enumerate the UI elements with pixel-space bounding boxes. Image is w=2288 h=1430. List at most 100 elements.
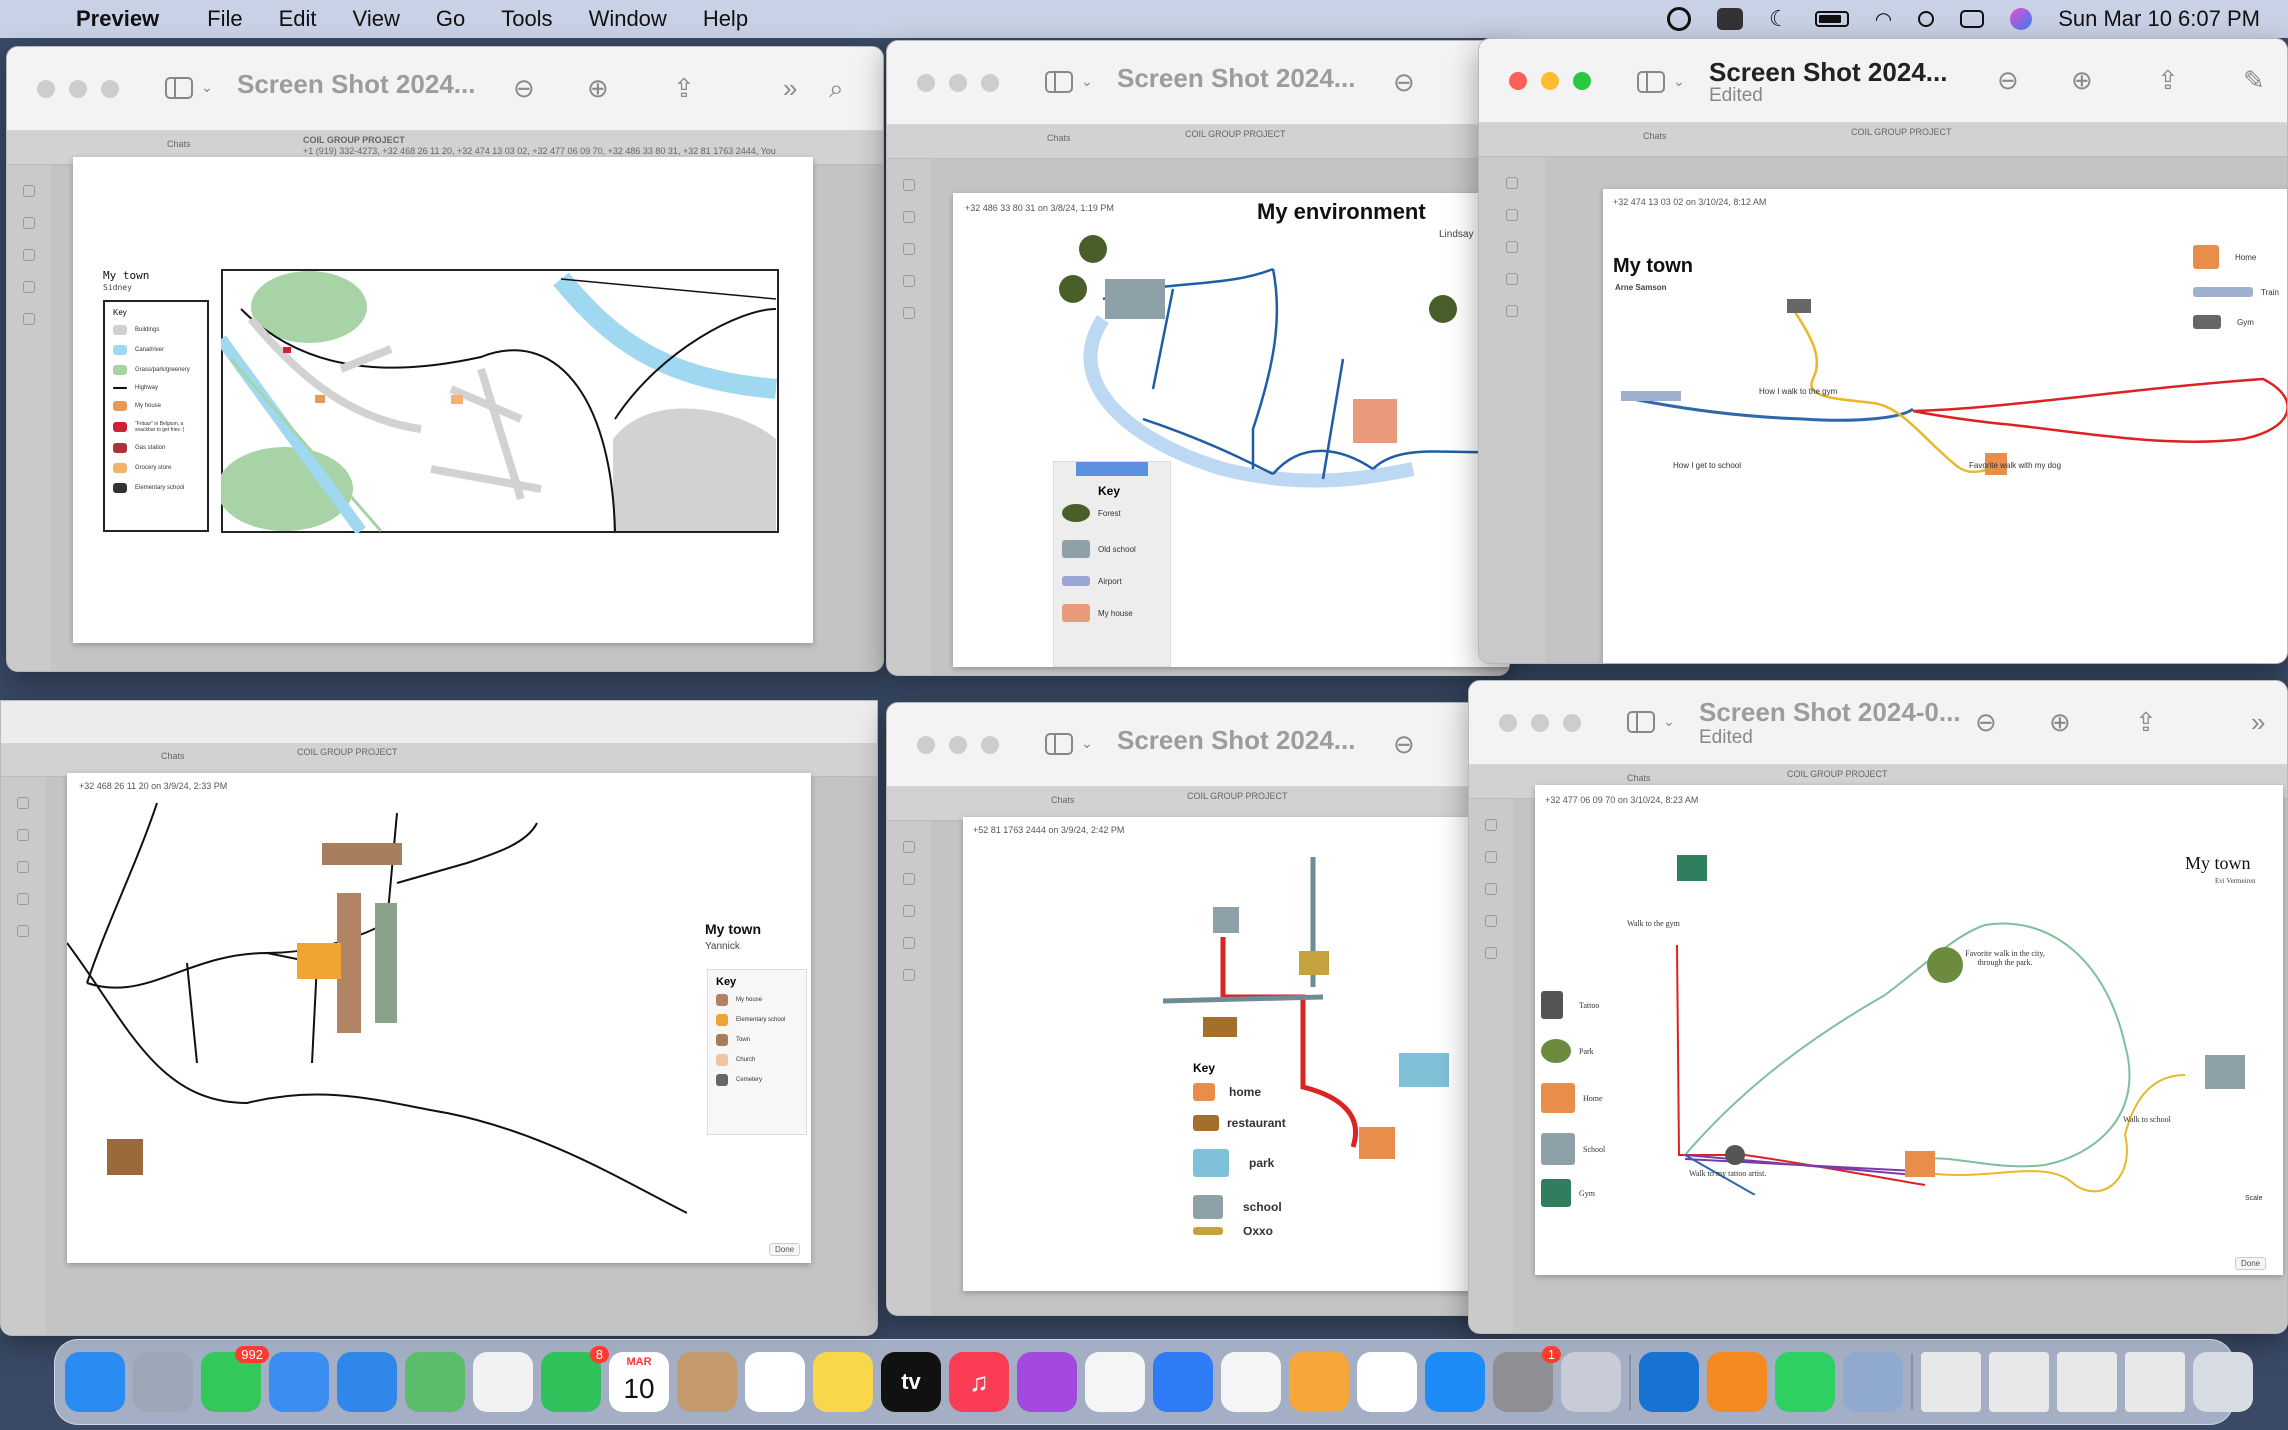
pages-icon[interactable]	[1289, 1352, 1349, 1412]
app-menu[interactable]: Preview	[76, 6, 159, 32]
done-button[interactable]: Done	[2235, 1257, 2267, 1270]
apple-tv-icon[interactable]: tv	[881, 1352, 941, 1412]
close-button[interactable]	[1499, 714, 1517, 732]
podcasts-icon[interactable]	[1017, 1352, 1077, 1412]
roblox-icon[interactable]	[1561, 1352, 1621, 1412]
menu-tools[interactable]: Tools	[501, 6, 552, 32]
system-settings-icon[interactable]: 1	[1493, 1346, 1561, 1412]
sidebar-icon[interactable]	[1627, 711, 1655, 733]
menu-go[interactable]: Go	[436, 6, 465, 32]
notes-icon[interactable]	[813, 1352, 873, 1412]
control-center-icon[interactable]	[1960, 10, 1985, 28]
share-icon[interactable]: ⇪	[2157, 65, 2179, 96]
whatsapp-icon[interactable]	[1775, 1352, 1835, 1412]
search-icon[interactable]: ⌕	[829, 73, 844, 105]
minimize-button[interactable]	[949, 736, 967, 754]
chevron-down-icon[interactable]: ⌄	[1081, 73, 1093, 90]
zoom-button[interactable]	[981, 736, 999, 754]
preview-window-yannick[interactable]: Chats COIL GROUP PROJECT +32 468 26 11 2…	[0, 700, 878, 1336]
grammarly-icon[interactable]	[1667, 7, 1692, 31]
menu-help[interactable]: Help	[703, 6, 748, 32]
minimize-button[interactable]	[1531, 714, 1549, 732]
numbers-icon[interactable]	[1221, 1352, 1281, 1412]
outlook-icon[interactable]	[1639, 1352, 1699, 1412]
sidebar-icon[interactable]	[1045, 71, 1073, 93]
zoom-out-icon[interactable]: ⊖	[1393, 67, 1415, 98]
preview-window-sidney[interactable]: ⌄ Screen Shot 2024... ⊖ ⊕ ⇪ » ⌕ Chats CO…	[6, 46, 884, 672]
minimize-button[interactable]	[1541, 72, 1559, 90]
zoom-out-icon[interactable]: ⊖	[513, 73, 535, 104]
office-icon[interactable]	[1717, 8, 1744, 30]
sidebar-icon[interactable]	[1045, 733, 1073, 755]
keynote-icon[interactable]	[1153, 1352, 1213, 1412]
maps-icon[interactable]	[405, 1352, 465, 1412]
preview-window-mexico[interactable]: ⌄ Screen Shot 2024... ⊖ Chats COIL GROUP…	[886, 702, 1500, 1316]
launchpad-icon[interactable]	[133, 1352, 193, 1412]
zoom-out-icon[interactable]: ⊖	[1975, 707, 1997, 738]
title-bar[interactable]: ⌄ Screen Shot 2024... ⊖	[887, 41, 1509, 125]
preview-window-lindsay[interactable]: ⌄ Screen Shot 2024... ⊖ Chats COIL GROUP…	[886, 40, 1510, 676]
wifi-icon[interactable]: ◠	[1875, 7, 1892, 32]
minimize-button[interactable]	[69, 80, 87, 98]
title-bar[interactable]: ⌄ Screen Shot 2024... ⊖ ⊕ ⇪ » ⌕	[7, 47, 883, 131]
close-button[interactable]	[37, 80, 55, 98]
battery-icon[interactable]	[1814, 11, 1849, 27]
photos-icon[interactable]	[473, 1352, 533, 1412]
close-button[interactable]	[1509, 72, 1527, 90]
menu-view[interactable]: View	[353, 6, 400, 32]
share-icon[interactable]: ⇪	[2135, 707, 2157, 738]
zoom-button[interactable]	[101, 80, 119, 98]
calendar-icon[interactable]: 10 MAR	[609, 1352, 669, 1412]
zoom-button[interactable]	[981, 74, 999, 92]
more-icon[interactable]: »	[783, 73, 797, 104]
preview-icon[interactable]	[1843, 1352, 1903, 1412]
done-button[interactable]: Done	[769, 1243, 801, 1256]
title-bar[interactable]: ⌄ Screen Shot 2024... ⊖	[887, 703, 1499, 787]
trash-icon[interactable]	[2193, 1352, 2253, 1412]
news-icon[interactable]	[1085, 1352, 1145, 1412]
title-bar[interactable]: ⌄ Screen Shot 2024... Edited ⊖ ⊕ ⇪ ✎	[1479, 39, 2287, 123]
chevron-down-icon[interactable]: ⌄	[201, 79, 213, 96]
sidebar-icon[interactable]	[1637, 71, 1665, 93]
preview-window-arne[interactable]: ⌄ Screen Shot 2024... Edited ⊖ ⊕ ⇪ ✎ Cha…	[1478, 38, 2288, 664]
chevron-down-icon[interactable]: ⌄	[1081, 735, 1093, 752]
more-icon[interactable]: »	[2251, 707, 2265, 738]
recent-doc-1-icon[interactable]	[1921, 1352, 1981, 1412]
zoom-in-icon[interactable]: ⊕	[587, 73, 609, 104]
vlc-icon[interactable]	[1707, 1352, 1767, 1412]
chevron-down-icon[interactable]: ⌄	[1673, 73, 1685, 90]
zoom-button[interactable]	[1573, 72, 1591, 90]
recent-doc-3-icon[interactable]	[2057, 1352, 2117, 1412]
chevron-down-icon[interactable]: ⌄	[1663, 713, 1675, 730]
music-icon[interactable]: ♫	[949, 1352, 1009, 1412]
recent-doc-4-icon[interactable]	[2125, 1352, 2185, 1412]
spotlight-icon[interactable]	[1918, 11, 1935, 27]
facetime-icon[interactable]: 8	[541, 1346, 609, 1412]
chrome-icon[interactable]	[1357, 1352, 1417, 1412]
finder-icon[interactable]	[65, 1352, 125, 1412]
menu-edit[interactable]: Edit	[279, 6, 317, 32]
mail-icon[interactable]	[269, 1352, 329, 1412]
clock[interactable]: Sun Mar 10 6:07 PM	[2058, 6, 2260, 32]
moon-icon[interactable]: ☾	[1769, 6, 1789, 32]
menu-window[interactable]: Window	[589, 6, 667, 32]
preview-window-evi[interactable]: ⌄ Screen Shot 2024-0... Edited ⊖ ⊕ ⇪ » C…	[1468, 680, 2288, 1334]
recent-doc-2-icon[interactable]	[1989, 1352, 2049, 1412]
minimize-button[interactable]	[949, 74, 967, 92]
share-icon[interactable]: ⇪	[673, 73, 695, 104]
reminders-icon[interactable]	[745, 1352, 805, 1412]
zoom-in-icon[interactable]: ⊕	[2049, 707, 2071, 738]
siri-icon[interactable]	[2010, 8, 2033, 30]
zoom-out-icon[interactable]: ⊖	[1997, 65, 2019, 96]
zoom-out-icon[interactable]: ⊖	[1393, 729, 1415, 760]
markup-icon[interactable]: ✎	[2243, 65, 2265, 96]
contacts-icon[interactable]	[677, 1352, 737, 1412]
menu-file[interactable]: File	[207, 6, 242, 32]
close-button[interactable]	[917, 736, 935, 754]
zoom-in-icon[interactable]: ⊕	[2071, 65, 2093, 96]
zoom-button[interactable]	[1563, 714, 1581, 732]
messages-icon[interactable]: 992	[201, 1346, 269, 1412]
close-button[interactable]	[917, 74, 935, 92]
sidebar-icon[interactable]	[165, 77, 193, 99]
title-bar[interactable]: ⌄ Screen Shot 2024-0... Edited ⊖ ⊕ ⇪ »	[1469, 681, 2287, 765]
